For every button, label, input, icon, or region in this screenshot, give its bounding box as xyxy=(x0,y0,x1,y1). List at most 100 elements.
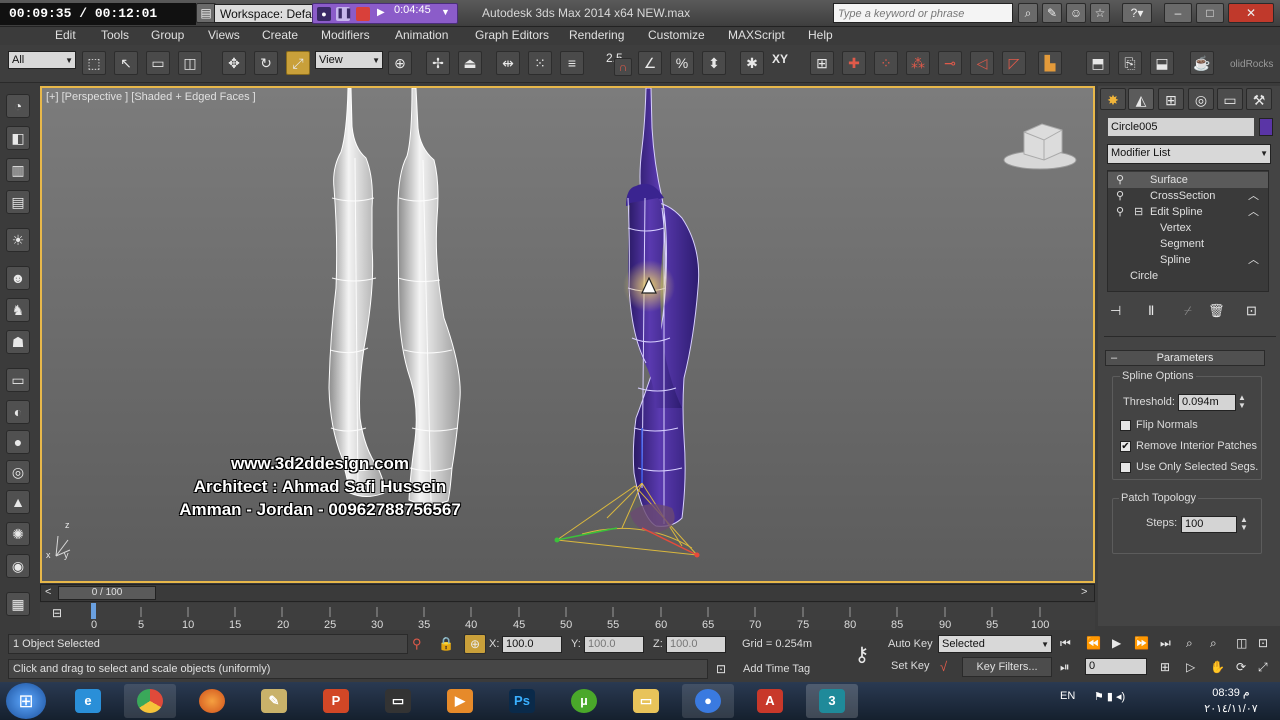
edge-snap-icon[interactable]: ⁘ xyxy=(874,51,898,75)
select-by-name-icon[interactable]: ↖ xyxy=(114,51,138,75)
x-coord-field[interactable]: 100.0 xyxy=(502,636,562,653)
light-icon[interactable]: ☀ xyxy=(6,228,30,252)
goto-end-icon[interactable]: ⏭ xyxy=(1160,634,1171,652)
taskbar-terminal[interactable]: ▭ xyxy=(372,684,424,718)
modifier-list-dropdown[interactable]: Modifier List xyxy=(1107,144,1271,164)
collapse-icon[interactable]: – xyxy=(1111,351,1117,365)
hierarchy-tab-icon[interactable]: ⊞ xyxy=(1158,88,1184,110)
app-menu-icon[interactable]: ▤ xyxy=(196,3,216,23)
scene-explorer-icon[interactable]: ▤ xyxy=(6,190,30,214)
chevron-up-icon[interactable]: ︿ xyxy=(1248,252,1259,268)
spinner-snap-icon[interactable]: ⬍ xyxy=(702,51,726,75)
workspace-dropdown[interactable]: Workspace: Default xyxy=(214,4,314,23)
language-indicator[interactable]: EN xyxy=(1060,690,1075,702)
percent-snap-icon[interactable]: % xyxy=(670,51,694,75)
lock-selection-icon[interactable]: 🔒 xyxy=(438,634,454,654)
align-icon[interactable]: ≡ xyxy=(560,51,584,75)
bulb-icon[interactable]: ⚲ xyxy=(1116,172,1124,188)
spinner-arrows-icon[interactable]: ▲ ▼ xyxy=(1238,394,1246,410)
menu-group[interactable]: Group xyxy=(151,28,184,42)
z-coord-field[interactable]: 100.0 xyxy=(666,636,726,653)
face-snap-icon[interactable]: ⁂ xyxy=(906,51,930,75)
bulb-icon[interactable]: ⚲ xyxy=(1116,204,1124,220)
viewcube-icon[interactable] xyxy=(1003,123,1077,170)
taskbar-paint[interactable]: ✎ xyxy=(248,684,300,718)
torus-icon[interactable]: ◎ xyxy=(6,460,30,484)
play-icon[interactable]: ▶ xyxy=(1112,634,1121,652)
select-object-icon[interactable]: ⬚ xyxy=(82,51,106,75)
render-setup-icon[interactable]: ⎘ xyxy=(1118,51,1142,75)
menu-create[interactable]: Create xyxy=(262,28,298,42)
steps-spinner[interactable]: 100 xyxy=(1181,516,1237,533)
viewport-camera-icon[interactable]: ◔ xyxy=(6,94,30,118)
collapse-icon[interactable]: ⊟ xyxy=(1134,204,1143,220)
spinner-arrows-icon[interactable]: ▲ ▼ xyxy=(1240,516,1248,532)
key-set-dropdown[interactable]: Selected xyxy=(938,635,1052,653)
crowd-icon[interactable]: ☗ xyxy=(6,330,30,354)
stack-item-segment[interactable]: Segment xyxy=(1108,236,1268,252)
rotate-icon[interactable]: ↻ xyxy=(254,51,278,75)
menu-views[interactable]: Views xyxy=(208,28,240,42)
pivot-center-icon[interactable]: ⊕ xyxy=(388,51,412,75)
mini-curve-editor-icon[interactable]: ⊟ xyxy=(52,606,62,620)
user-icon[interactable]: ☺ xyxy=(1066,3,1086,23)
pivot-snap-icon[interactable]: ⊸ xyxy=(938,51,962,75)
binoculars-icon[interactable]: ⌕ xyxy=(1018,3,1038,23)
add-time-tag[interactable]: Add Time Tag xyxy=(743,663,810,675)
menu-maxscript[interactable]: MAXScript xyxy=(728,28,785,42)
taskbar-autocad[interactable]: A xyxy=(744,684,796,718)
reference-coord-dropdown[interactable]: View xyxy=(315,51,383,69)
use-selected-checkbox[interactable] xyxy=(1120,462,1131,473)
pan-icon[interactable]: ✋ xyxy=(1210,658,1225,676)
taskbar-firefox[interactable] xyxy=(186,684,238,718)
stack-item-vertex[interactable]: Vertex xyxy=(1108,220,1268,236)
y-coord-field[interactable]: 100.0 xyxy=(584,636,644,653)
ribbon-icon[interactable]: ▦ xyxy=(6,592,30,616)
help-icon[interactable]: ?▾ xyxy=(1122,3,1152,23)
biped-icon[interactable]: ♞ xyxy=(6,298,30,322)
field-of-view-icon[interactable]: ▷ xyxy=(1186,658,1195,676)
remove-modifier-icon[interactable]: 🗑 xyxy=(1208,300,1225,322)
search-input[interactable]: Type a keyword or phrase xyxy=(833,3,1013,23)
midpoint-snap-icon[interactable]: ◸ xyxy=(1002,51,1026,75)
mirror-icon[interactable]: ⇹ xyxy=(496,51,520,75)
utilities-tab-icon[interactable]: ⚒ xyxy=(1246,88,1272,110)
material-editor-icon[interactable]: ⬒ xyxy=(1086,51,1110,75)
remove-interior-checkbox[interactable]: ✔ xyxy=(1120,441,1131,452)
stack-item-edit-spline[interactable]: ⚲ ⊟ Edit Spline ︿ xyxy=(1108,204,1268,220)
next-key-icon[interactable]: ⏩ xyxy=(1134,634,1149,652)
menu-modifiers[interactable]: Modifiers xyxy=(321,28,370,42)
asset-browser-icon[interactable]: ◧ xyxy=(6,126,30,150)
threshold-spinner[interactable]: 0.094m xyxy=(1178,394,1236,411)
stack-item-spline[interactable]: Spline ︿ xyxy=(1108,252,1268,268)
sphere-primitive-icon[interactable]: ◐ xyxy=(6,400,30,424)
pin-stack-icon[interactable]: ⊣ xyxy=(1110,300,1121,322)
flip-normals-checkbox[interactable] xyxy=(1120,420,1131,431)
region-select-icon[interactable]: ▭ xyxy=(146,51,170,75)
sun-icon[interactable]: ✺ xyxy=(6,522,30,546)
box-primitive-icon[interactable]: ▭ xyxy=(6,368,30,392)
stop-icon[interactable] xyxy=(356,7,370,21)
maximize-icon[interactable]: □ xyxy=(1196,3,1224,23)
windows-start-icon[interactable]: ⊞ xyxy=(6,683,46,719)
isolate-icon[interactable]: ⚲ xyxy=(412,634,422,654)
maximize-viewport-icon[interactable]: ⤢ xyxy=(1258,658,1268,676)
modify-tab-icon[interactable]: ◭ xyxy=(1128,88,1154,110)
show-end-result-icon[interactable]: Ⅱ xyxy=(1148,300,1154,322)
angle-snap-icon[interactable]: ∠ xyxy=(638,51,662,75)
minimize-icon[interactable]: – xyxy=(1164,3,1192,23)
menu-help[interactable]: Help xyxy=(808,28,833,42)
key-mode-toggle-icon[interactable]: ⏯ xyxy=(1060,658,1070,676)
zoom-extents-all-icon[interactable]: ⊡ xyxy=(1258,634,1268,652)
absolute-mode-icon[interactable]: ⊕ xyxy=(464,634,486,654)
xy-label[interactable]: XY xyxy=(772,52,788,66)
menu-tools[interactable]: Tools xyxy=(101,28,129,42)
motion-tab-icon[interactable]: ◎ xyxy=(1188,88,1214,110)
menu-graph-editors[interactable]: Graph Editors xyxy=(475,28,549,42)
stairs-icon[interactable]: ▙ xyxy=(1038,51,1062,75)
time-tag-icon[interactable]: ⊡ xyxy=(716,660,726,678)
character-icon[interactable]: ☻ xyxy=(6,266,30,290)
menu-customize[interactable]: Customize xyxy=(648,28,705,42)
render-icon[interactable]: ☕ xyxy=(1190,51,1214,75)
key-filters-button[interactable]: Key Filters... xyxy=(962,657,1052,677)
